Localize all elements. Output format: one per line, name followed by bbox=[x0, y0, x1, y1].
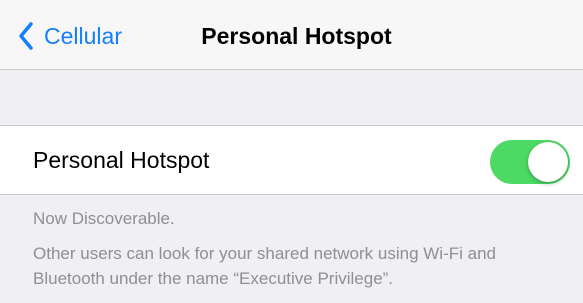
page-title: Personal Hotspot bbox=[201, 23, 392, 49]
personal-hotspot-toggle[interactable] bbox=[490, 140, 570, 184]
hotspot-description: Other users can look for your shared net… bbox=[33, 244, 496, 288]
personal-hotspot-label: Personal Hotspot bbox=[33, 147, 210, 173]
hotspot-footer: Now Discoverable. Other users can look f… bbox=[33, 206, 568, 291]
toggle-knob bbox=[528, 142, 568, 182]
discoverable-status: Now Discoverable. bbox=[33, 209, 175, 228]
personal-hotspot-row: Personal Hotspot bbox=[0, 125, 583, 195]
navigation-bar: Cellular Personal Hotspot bbox=[0, 0, 583, 70]
